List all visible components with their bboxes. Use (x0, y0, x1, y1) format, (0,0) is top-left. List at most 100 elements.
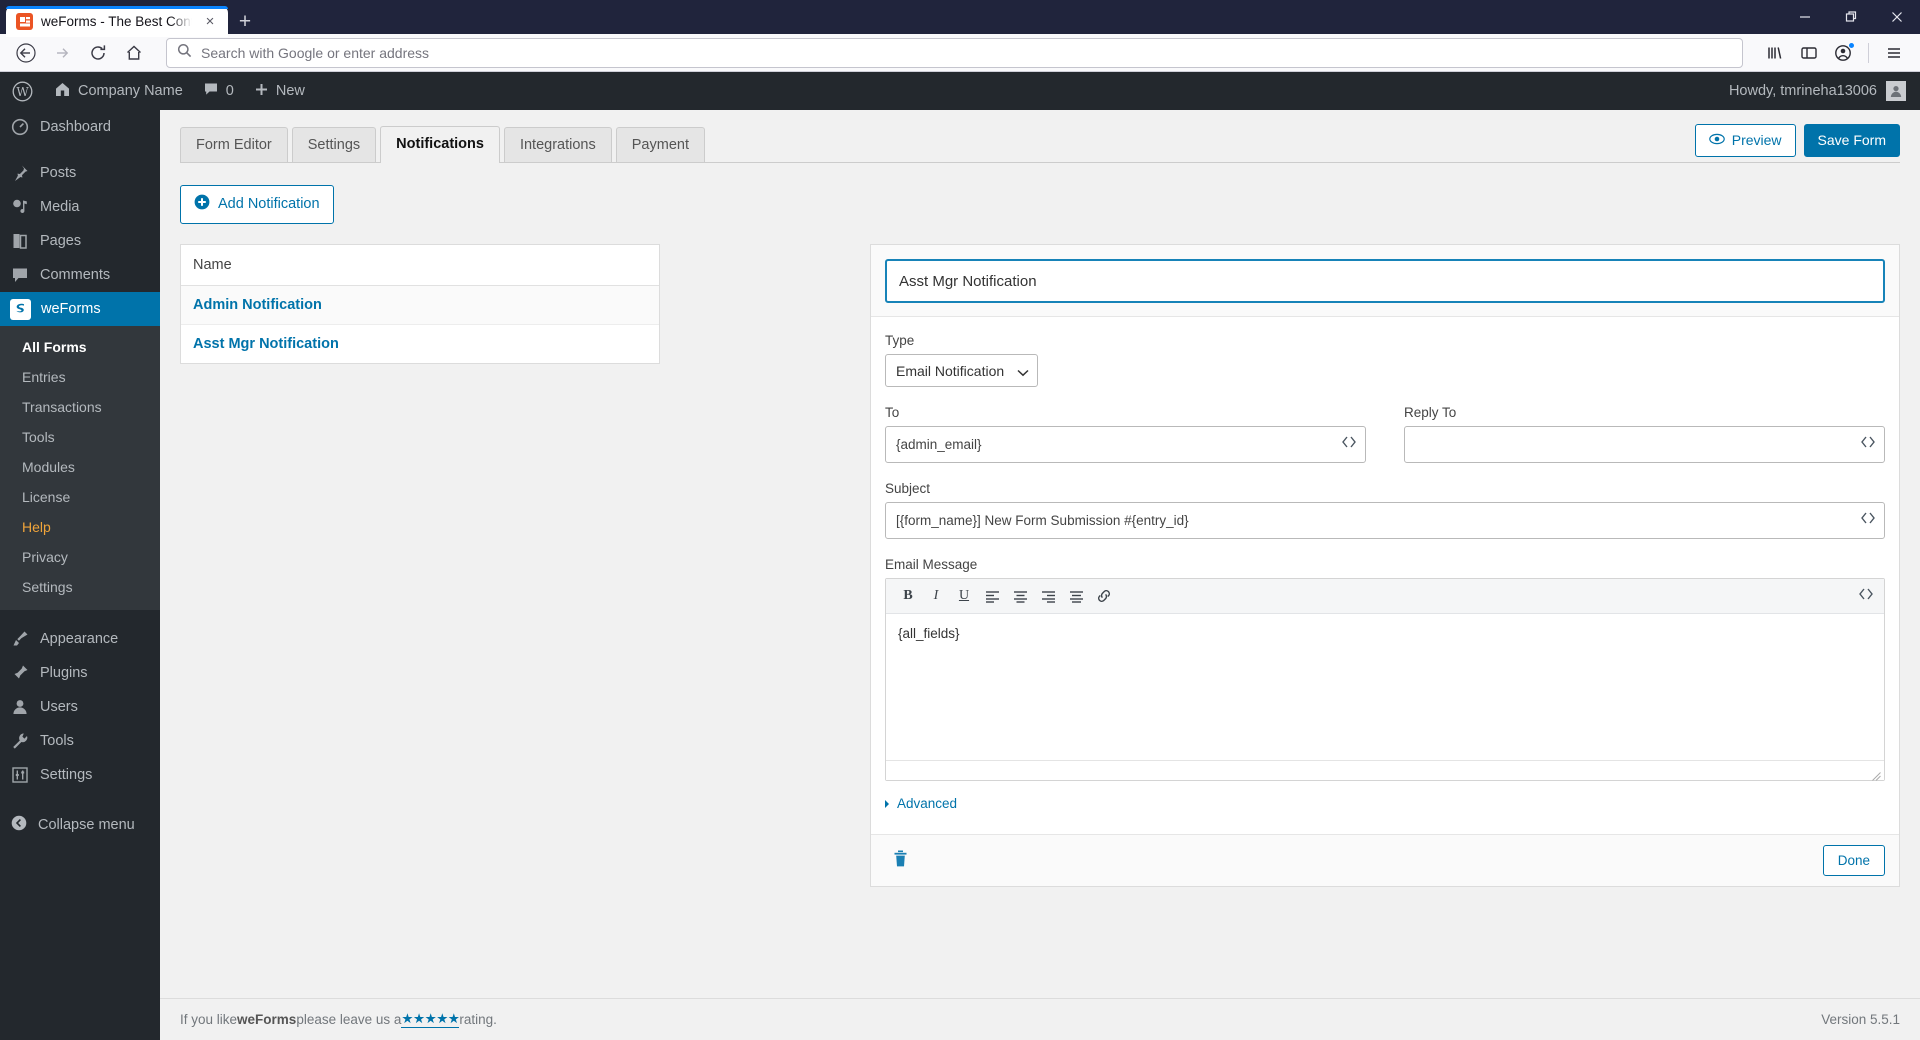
sidebar-icon[interactable] (1793, 37, 1825, 69)
account-icon[interactable] (1827, 37, 1859, 69)
browser-toolbar-actions (1759, 37, 1910, 69)
tab-close-icon[interactable]: × (200, 12, 220, 32)
site-name-menu[interactable]: Company Name (44, 72, 193, 110)
sidebar-item-pages[interactable]: Pages (0, 224, 160, 258)
sidebar-item-all-forms[interactable]: All Forms (0, 332, 160, 362)
email-message-textarea[interactable]: {all_fields} (886, 614, 1884, 760)
save-form-button[interactable]: Save Form (1803, 124, 1900, 157)
bold-icon[interactable]: B (896, 584, 920, 608)
back-icon[interactable] (10, 37, 42, 69)
tab-title: weForms - The Best Contact Fo (41, 14, 192, 29)
notification-footer: Done (871, 834, 1899, 886)
sidebar-item-label: Media (40, 199, 80, 215)
account-menu[interactable]: Howdy, tmrineha13006 (1729, 72, 1920, 110)
to-input[interactable] (885, 426, 1366, 463)
notification-title-row (871, 245, 1899, 317)
triangle-right-icon (885, 799, 889, 808)
wrench-icon (10, 731, 30, 751)
subject-label: Subject (885, 481, 931, 496)
sidebar-item-privacy[interactable]: Privacy (0, 542, 160, 572)
brush-icon (10, 629, 30, 649)
maximize-icon[interactable] (1828, 0, 1874, 34)
notifications-panes: Name Admin Notification Asst Mgr Notific… (180, 244, 1900, 887)
rating-stars-link[interactable]: ★★★★★ (401, 1011, 460, 1028)
smarttag-icon[interactable] (1860, 435, 1876, 454)
sidebar-item-appearance[interactable]: Appearance (0, 622, 160, 656)
tab-form-editor[interactable]: Form Editor (180, 127, 288, 163)
sidebar-item-transactions[interactable]: Transactions (0, 392, 160, 422)
sidebar-item-entries[interactable]: Entries (0, 362, 160, 392)
sidebar-item-weforms[interactable]: weForms (0, 292, 168, 326)
media-icon (10, 197, 30, 217)
forward-icon[interactable] (46, 37, 78, 69)
advanced-toggle[interactable]: Advanced (885, 796, 1885, 824)
sidebar-item-plugins[interactable]: Plugins (0, 656, 160, 690)
comments-menu[interactable]: 0 (193, 72, 244, 110)
new-content-menu[interactable]: New (244, 72, 315, 110)
sidebar-item-posts[interactable]: Posts (0, 156, 160, 190)
notification-edit-panel: Type Email Notification To (870, 244, 1900, 887)
wordpress-logo-icon[interactable]: W (0, 72, 44, 110)
tab-integrations[interactable]: Integrations (503, 127, 612, 163)
replyto-input[interactable] (1404, 426, 1885, 463)
align-center-icon[interactable] (1008, 584, 1032, 608)
replyto-input-wrap (1404, 426, 1885, 463)
sidebar-item-help[interactable]: Help (0, 512, 160, 542)
align-left-icon[interactable] (980, 584, 1004, 608)
sidebar-divider-2 (0, 610, 160, 622)
done-button[interactable]: Done (1822, 845, 1885, 876)
sidebar-item-license[interactable]: License (0, 482, 160, 512)
add-notification-row: Add Notification (180, 163, 1900, 244)
pages-icon (10, 231, 30, 251)
home-icon[interactable] (118, 37, 150, 69)
plug-icon (10, 663, 30, 683)
sidebar-item-dashboard[interactable]: Dashboard (0, 110, 160, 144)
subject-input-wrap (885, 502, 1885, 539)
subject-input[interactable] (885, 502, 1885, 539)
reload-icon[interactable] (82, 37, 114, 69)
notification-fields: Type Email Notification To {admin_email}… (871, 317, 1899, 834)
type-select[interactable]: Email Notification (885, 354, 1038, 387)
replyto-field-group: Reply To (1404, 405, 1885, 463)
sidebar-item-modules[interactable]: Modules (0, 452, 160, 482)
weforms-submenu: All Forms Entries Transactions Tools Mod… (0, 326, 160, 610)
sidebar-item-users[interactable]: Users (0, 690, 160, 724)
library-icon[interactable] (1759, 37, 1791, 69)
tab-settings[interactable]: Settings (291, 127, 377, 163)
smarttag-icon[interactable] (1860, 511, 1876, 530)
table-row[interactable]: Admin Notification (181, 286, 659, 325)
smarttag-icon[interactable] (1341, 435, 1357, 454)
sidebar-item-comments[interactable]: Comments (0, 258, 160, 292)
to-input-wrap (885, 426, 1366, 463)
underline-icon[interactable]: U (952, 584, 976, 608)
align-justify-icon[interactable] (1064, 584, 1088, 608)
italic-icon[interactable]: I (924, 584, 948, 608)
resize-handle-icon[interactable] (1872, 768, 1881, 781)
table-row[interactable]: Asst Mgr Notification (181, 325, 659, 363)
close-icon[interactable] (1874, 0, 1920, 34)
browser-toolbar: Search with Google or enter address (0, 34, 1920, 72)
tab-notifications[interactable]: Notifications (380, 126, 500, 163)
sidebar-item-settings-main[interactable]: Settings (0, 758, 160, 792)
link-icon[interactable] (1092, 584, 1116, 608)
new-tab-button[interactable]: + (228, 6, 262, 36)
app-menu-icon[interactable] (1878, 37, 1910, 69)
preview-label: Preview (1731, 132, 1782, 148)
type-label: Type (885, 333, 915, 348)
add-notification-button[interactable]: Add Notification (180, 185, 334, 224)
browser-tab[interactable]: weForms - The Best Contact Fo × (6, 6, 228, 37)
trash-icon[interactable] (893, 850, 908, 872)
minimize-icon[interactable] (1782, 0, 1828, 34)
sidebar-item-tools[interactable]: Tools (0, 422, 160, 452)
tab-payment[interactable]: Payment (615, 127, 705, 163)
collapse-menu-button[interactable]: Collapse menu (0, 804, 160, 846)
sidebar-item-media[interactable]: Media (0, 190, 160, 224)
address-bar[interactable]: Search with Google or enter address (166, 37, 1743, 68)
sidebar-item-settings[interactable]: Settings (0, 572, 160, 602)
notification-name-input[interactable] (885, 259, 1885, 303)
align-right-icon[interactable] (1036, 584, 1060, 608)
preview-button[interactable]: Preview (1694, 124, 1796, 157)
smarttag-icon[interactable] (1858, 587, 1874, 605)
sidebar-item-tools-main[interactable]: Tools (0, 724, 160, 758)
pin-icon (10, 163, 30, 183)
